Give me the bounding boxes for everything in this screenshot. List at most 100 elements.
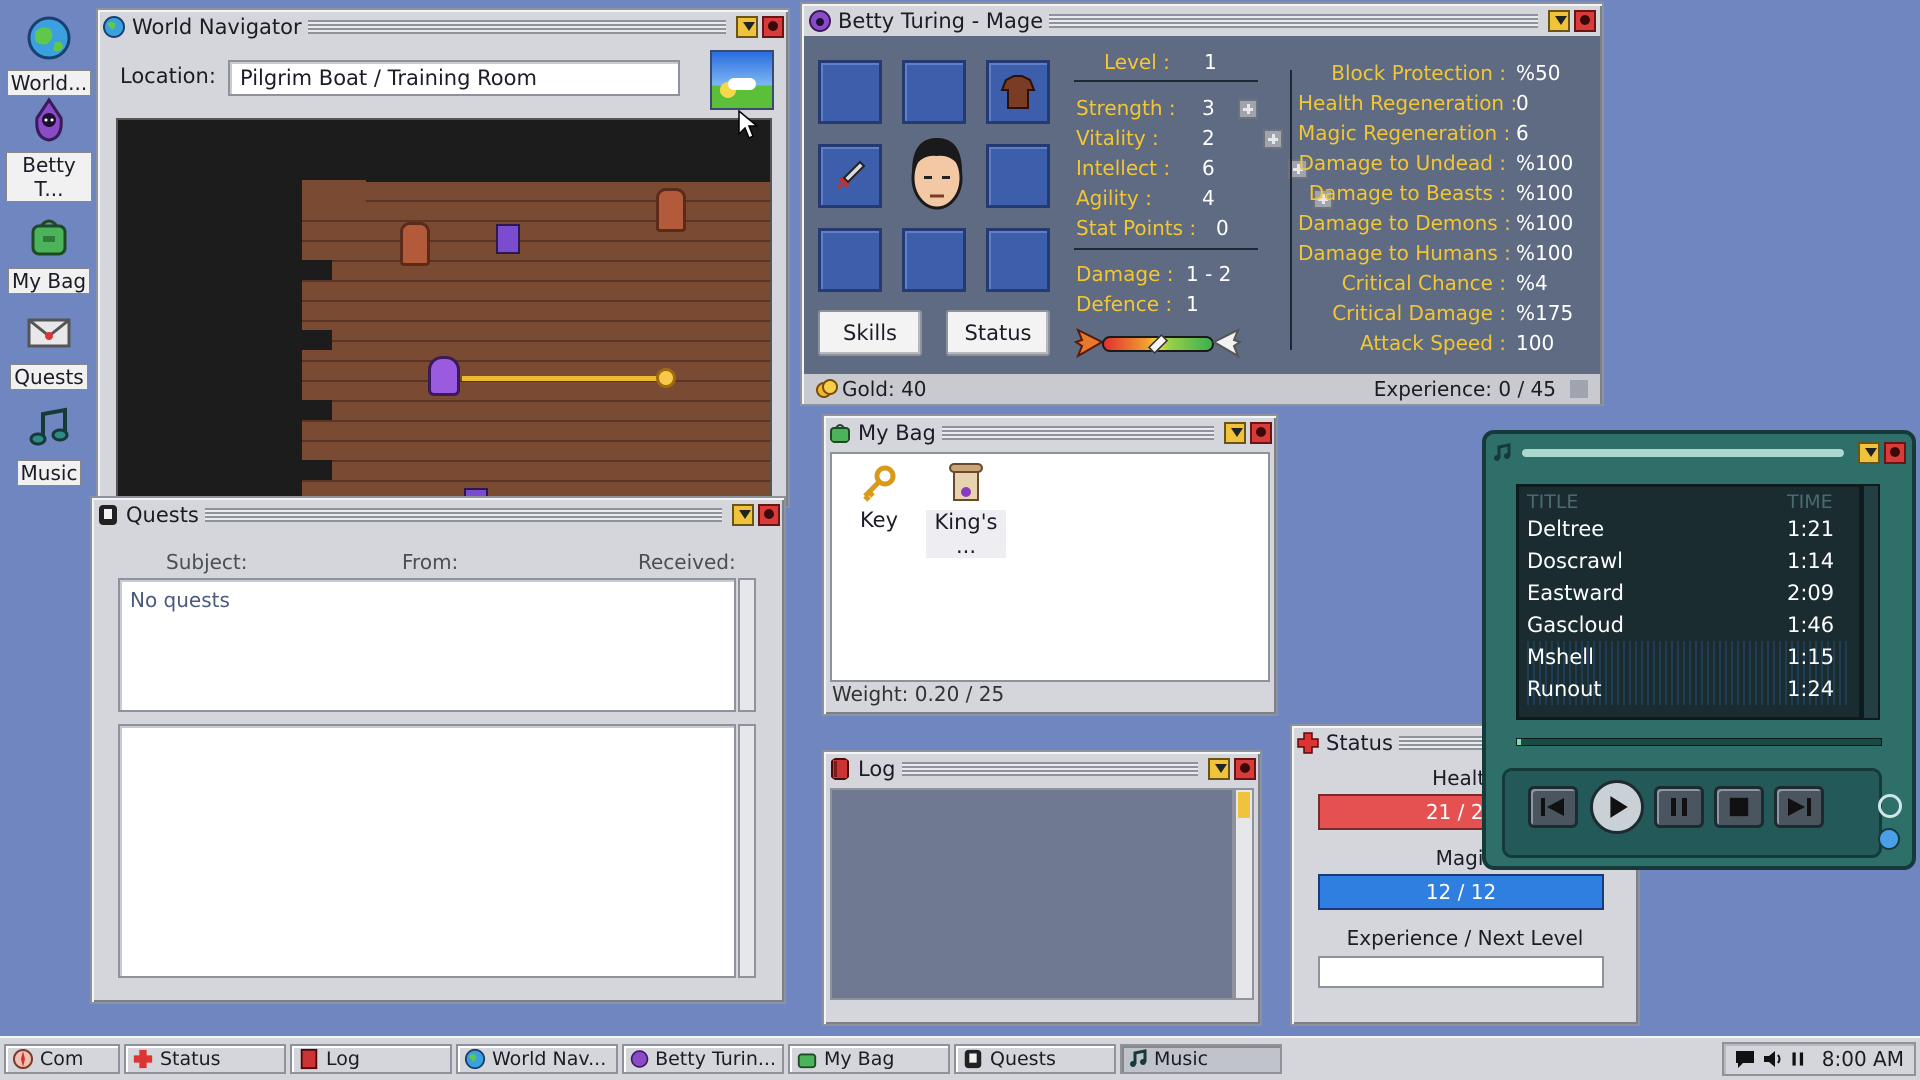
minimize-button[interactable] [1224,422,1246,444]
start-label: Com [40,1048,84,1070]
level-label: Level : [1104,50,1170,74]
compass-icon [13,1049,33,1069]
taskbar-item-quests[interactable]: Quests [954,1044,1116,1074]
close-button[interactable] [758,504,780,526]
desktop-icon-music[interactable]: Music [6,404,92,486]
track-time: 1:46 [1787,613,1835,637]
title-bar[interactable]: My Bag [828,420,1272,446]
chat-icon[interactable] [1734,1048,1756,1070]
close-button[interactable] [1250,422,1272,444]
equip-slot-shield[interactable] [986,144,1050,208]
taskbar-item-character[interactable]: Betty Turin... [622,1044,784,1074]
log-scroll-thumb[interactable] [1238,792,1250,818]
bag-window[interactable]: My Bag Key King's ... Weight: 0.20 / 25 [822,414,1278,716]
minimize-button[interactable] [736,16,758,38]
title-bar[interactable]: Betty Turing - Mage [804,6,1600,36]
bag-icon [797,1053,817,1069]
equip-slot-ring-left[interactable] [818,228,882,292]
track-row[interactable]: Eastward 2:09 [1527,577,1851,609]
close-button[interactable] [762,16,784,38]
quest-list-scrollbar[interactable] [738,578,756,712]
track-row[interactable]: Mshell 1:15 [1527,641,1851,673]
quests-window[interactable]: Quests Subject: From: Received: No quest… [90,496,786,1004]
bag-item-key[interactable]: Key [844,464,914,532]
desktop-icon-quests[interactable]: Quests [6,308,92,390]
close-button[interactable] [1234,758,1256,780]
start-button[interactable]: Com [4,1044,120,1074]
volume-icon[interactable] [1762,1048,1784,1070]
game-map-view[interactable] [116,118,772,506]
equip-slot-amulet[interactable] [818,60,882,124]
minimize-button[interactable] [1208,758,1230,780]
taskbar-item-log[interactable]: Log [290,1044,452,1074]
repeat-icon[interactable] [1878,794,1902,818]
play-button[interactable] [1590,780,1644,834]
equip-slot-armor[interactable] [986,60,1050,124]
character-window[interactable]: Betty Turing - Mage Skills Status Level … [800,2,1604,406]
wall-notch [302,460,332,480]
log-window[interactable]: Log [822,750,1262,1026]
bag-contents[interactable]: Key King's ... [830,452,1270,682]
desktop-icon-character[interactable]: Betty T... [6,96,92,202]
training-dummy[interactable] [400,222,430,266]
sky-map-thumbnail[interactable] [710,50,774,110]
strength-plus-button[interactable] [1238,99,1258,119]
shuffle-icon[interactable] [1878,828,1900,850]
world-navigator-window[interactable]: World Navigator Location: Pilgrim Boat /… [96,8,790,508]
column-header-received[interactable]: Received: [638,550,736,574]
taskbar-item-label: Music [1154,1048,1209,1070]
desktop-icon-world[interactable]: World... [6,14,92,96]
close-button[interactable] [1884,442,1906,464]
music-player-window[interactable]: TITLE TIME Deltree 1:21 Doscrawl 1:14 Eastwa… [1482,430,1916,870]
minimize-button[interactable] [1548,10,1570,32]
stop-button[interactable] [1714,786,1764,828]
music-title-bar[interactable] [1492,440,1906,466]
title-bar[interactable]: World Navigator [102,14,784,40]
collapse-icon[interactable] [1570,380,1588,398]
title-bar[interactable]: Log [828,756,1256,782]
quest-detail-scrollbar[interactable] [738,724,756,978]
playlist[interactable]: TITLE TIME Deltree 1:21 Doscrawl 1:14 Eastwa… [1516,484,1862,720]
equip-slot-ring-right[interactable] [986,228,1050,292]
log-content[interactable] [830,788,1234,1000]
pause-button[interactable] [1654,786,1704,828]
bag-item-scroll[interactable]: King's ... [926,462,1006,558]
training-dummy[interactable] [656,188,686,232]
minimize-button[interactable] [1858,442,1880,464]
taskbar-item-world-navigator[interactable]: World Nav... [456,1044,618,1074]
vitality-plus-button[interactable] [1263,129,1284,149]
seek-position [1517,739,1521,745]
equip-slot-boots[interactable] [902,228,966,292]
location-field[interactable]: Pilgrim Boat / Training Room [228,60,680,96]
previous-button[interactable] [1528,786,1578,828]
title-grip [941,426,1214,440]
taskbar-item-status[interactable]: Status [124,1044,286,1074]
track-row[interactable]: Runout 1:24 [1527,673,1851,705]
track-row[interactable]: Deltree 1:21 [1527,513,1851,545]
playlist-scrollbar[interactable] [1862,484,1880,720]
pause-icon[interactable] [1790,1048,1808,1070]
skills-button[interactable]: Skills [818,310,922,356]
track-row[interactable]: Gascloud 1:46 [1527,609,1851,641]
quest-detail-pane[interactable] [118,724,736,978]
close-button[interactable] [1574,10,1596,32]
status-button[interactable]: Status [946,310,1050,356]
title-bar[interactable]: Quests [96,502,780,528]
log-scrollbar[interactable] [1234,788,1254,1000]
track-row[interactable]: Doscrawl 1:14 [1527,545,1851,577]
next-button[interactable] [1774,786,1824,828]
seek-bar[interactable] [1516,738,1882,746]
damage-label: Damage : [1076,262,1174,286]
banner-sign[interactable] [496,224,520,254]
taskbar-item-bag[interactable]: My Bag [788,1044,950,1074]
player-mage[interactable] [428,356,460,396]
column-header-subject[interactable]: Subject: [166,550,248,574]
quest-list[interactable]: No quests [118,578,736,712]
minimize-button[interactable] [732,504,754,526]
equip-slot-weapon[interactable] [818,144,882,208]
taskbar-item-music[interactable]: Music [1120,1044,1282,1074]
column-header-from[interactable]: From: [402,550,458,574]
equip-slot-helmet[interactable] [902,60,966,124]
path-target-marker[interactable] [656,368,676,388]
desktop-icon-bag[interactable]: My Bag [6,212,92,294]
